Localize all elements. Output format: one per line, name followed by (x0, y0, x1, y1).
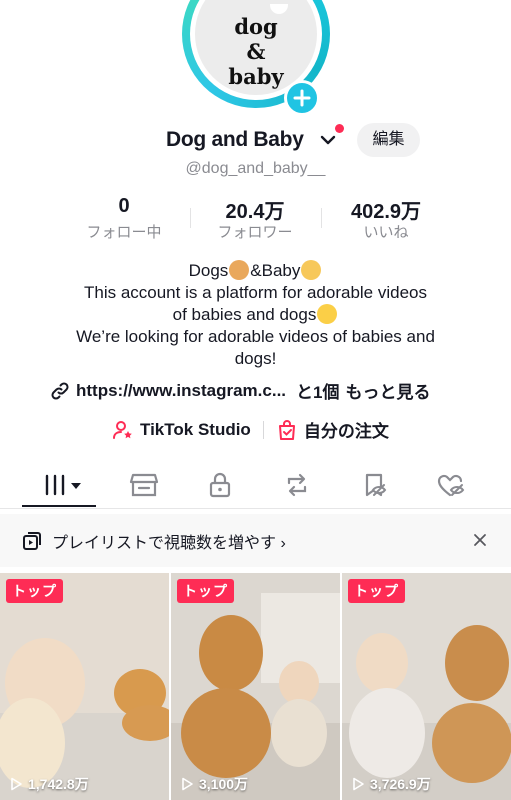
tiktok-studio-label: TikTok Studio (140, 419, 251, 439)
tab-reposts[interactable] (277, 468, 317, 502)
more-links-count[interactable]: と1個 (296, 378, 339, 403)
bio-text: Dogs (188, 261, 229, 280)
tools-row: TikTok Studio 自分の注文 (112, 417, 389, 442)
top-badge: トップ (6, 579, 63, 603)
profile-link-row[interactable]: https://www.instagram.c... と1個 もっと見る (50, 378, 430, 403)
bio-text: &Baby (250, 261, 301, 280)
edit-profile-button[interactable]: 編集 (357, 123, 420, 157)
kiss-emoji-icon (317, 304, 338, 324)
bio: Dogs &Baby This account is a platform for… (20, 260, 491, 370)
top-badge: トップ (177, 579, 234, 603)
play-icon (353, 777, 364, 791)
notification-dot (335, 124, 344, 133)
my-orders-button[interactable]: 自分の注文 (276, 417, 389, 442)
play-icon (182, 777, 193, 791)
followers-count[interactable]: 20.4万 (205, 195, 305, 224)
video-thumbnail[interactable]: トップ 3,100万 (171, 573, 340, 800)
heart-hidden-icon (437, 474, 465, 497)
my-orders-label: 自分の注文 (303, 422, 389, 441)
link-icon (51, 381, 69, 400)
active-tab-indicator (22, 505, 96, 507)
view-count: 1,742.8万 (8, 774, 89, 794)
studio-person-icon (113, 420, 132, 439)
display-name[interactable]: Dog and Baby (166, 128, 304, 152)
lock-icon (209, 472, 231, 498)
video-thumbnail[interactable]: トップ 1,742.8万 (0, 573, 169, 800)
bio-line-3: of babies and dogs (20, 304, 491, 326)
repost-icon (287, 473, 307, 497)
top-badge: トップ (348, 579, 405, 603)
bio-line-1: Dogs &Baby (20, 260, 491, 282)
see-more-link[interactable]: もっと見る (345, 378, 430, 403)
video-thumbnail-image (0, 573, 169, 800)
shopping-bag-icon (278, 419, 295, 440)
avatar-text: dog & baby (228, 14, 284, 89)
playlist-icon (23, 531, 41, 550)
baby-emoji-icon (301, 260, 322, 280)
video-thumbnail-image (171, 573, 340, 800)
playlist-banner[interactable]: プレイリストで視聴数を増やす › (0, 514, 511, 567)
tab-liked[interactable] (432, 468, 472, 502)
tab-favorites[interactable] (355, 468, 395, 502)
followers-label[interactable]: フォロワー (205, 221, 305, 242)
username-handle: @dog_and_baby__ (185, 160, 326, 177)
bio-line-4: We’re looking for adorable videos of bab… (76, 327, 435, 346)
stat-divider (321, 208, 322, 228)
tiktok-studio-button[interactable]: TikTok Studio (112, 419, 251, 441)
tab-videos[interactable] (40, 468, 86, 502)
video-thumbnail-image (342, 573, 511, 800)
tab-private[interactable] (200, 468, 240, 502)
bio-line-2: This account is a platform for adorable … (83, 283, 427, 302)
grid-columns-icon (45, 474, 81, 496)
view-count-text: 1,742.8万 (28, 776, 89, 792)
bio-text: of babies and dogs (172, 305, 317, 324)
following-count[interactable]: 0 (84, 195, 164, 218)
view-count: 3,726.9万 (350, 774, 431, 794)
view-count: 3,100万 (179, 774, 248, 794)
profile-link-url[interactable]: https://www.instagram.c... (76, 381, 286, 401)
chevron-down-icon[interactable] (320, 133, 336, 147)
view-count-text: 3,100万 (199, 776, 249, 792)
bio-line-5: dogs! (234, 349, 277, 368)
plus-icon (293, 89, 311, 107)
play-icon (11, 777, 22, 791)
add-photo-button[interactable] (284, 80, 320, 116)
shop-icon (129, 473, 159, 497)
tab-divider (0, 508, 511, 509)
video-thumbnail[interactable]: トップ 3,726.9万 (342, 573, 511, 800)
view-count-text: 3,726.9万 (370, 776, 431, 792)
stat-divider (190, 208, 191, 228)
following-label[interactable]: フォロー中 (74, 221, 174, 242)
tools-divider (262, 420, 264, 439)
tab-shop[interactable] (124, 468, 164, 502)
likes-label[interactable]: いいね (336, 221, 436, 242)
likes-count[interactable]: 402.9万 (336, 195, 436, 224)
dog-emoji-icon (229, 260, 250, 280)
playlist-banner-text[interactable]: プレイリストで視聴数を増やす › (52, 529, 286, 553)
close-icon[interactable] (470, 530, 490, 550)
bookmark-hidden-icon (365, 473, 387, 497)
